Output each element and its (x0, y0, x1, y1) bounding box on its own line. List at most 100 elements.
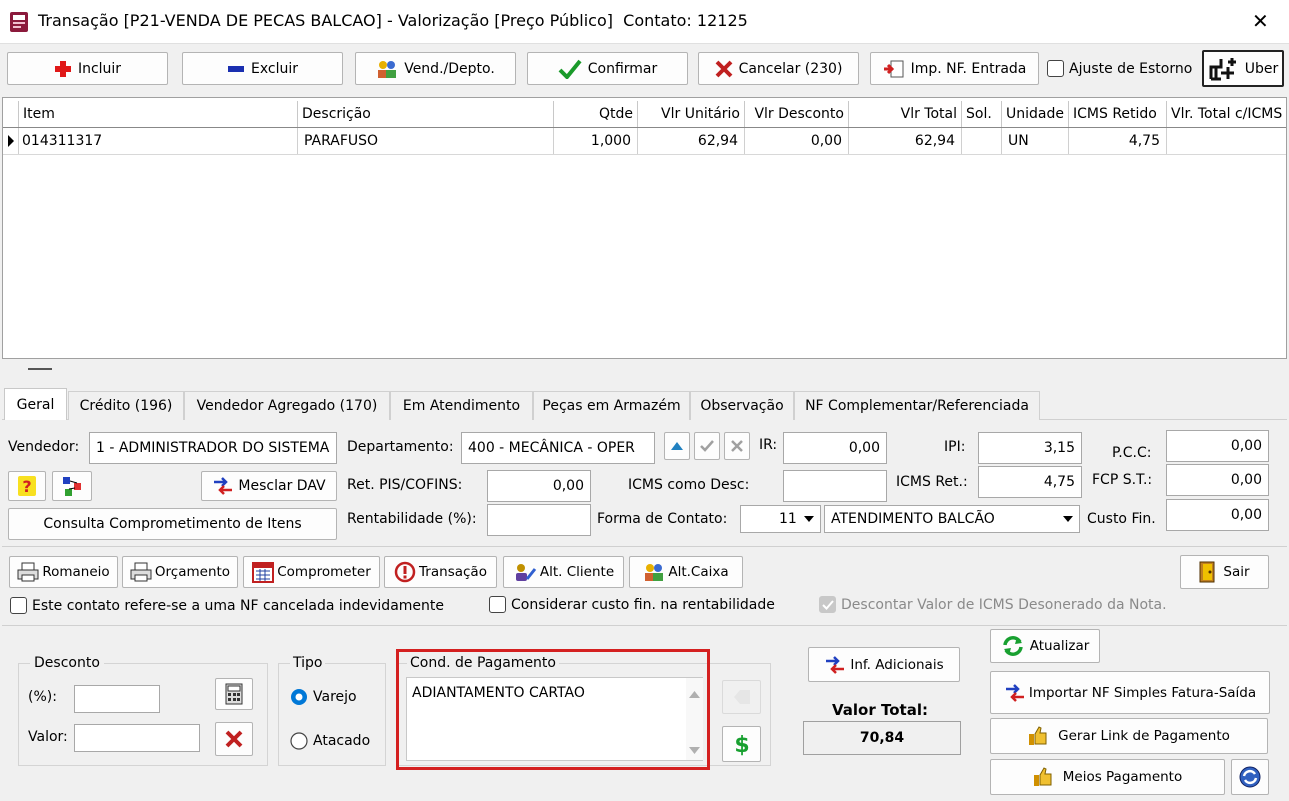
custo-fin-field[interactable]: 0,00 (1166, 499, 1269, 531)
tab-nf-complementar[interactable]: NF Complementar/Referenciada (794, 391, 1040, 420)
orcamento-label: Orçamento (154, 564, 231, 580)
romaneio-button[interactable]: Romaneio (9, 556, 118, 588)
calculator-button[interactable] (215, 678, 253, 710)
cell-vlr-desconto[interactable]: 0,00 (745, 128, 849, 154)
icms-desc-field[interactable] (783, 470, 887, 502)
help-button[interactable]: ? (8, 471, 46, 501)
cell-item[interactable]: 014311317 (19, 128, 298, 154)
col-qtde[interactable]: Qtde (554, 101, 638, 127)
desconto-valor-field[interactable] (74, 724, 200, 752)
check-icon (700, 440, 714, 452)
ajuste-estorno-box[interactable] (1047, 60, 1064, 77)
col-item[interactable]: Item (19, 101, 298, 127)
departamento-field[interactable]: 400 - MECÂNICA - OPER (461, 432, 655, 464)
cell-vlr-unitario[interactable]: 62,94 (638, 128, 745, 154)
tab-vendedor-agregado[interactable]: Vendedor Agregado (170) (184, 391, 390, 420)
comprometer-button[interactable]: Comprometer (243, 556, 380, 588)
meios-pagamento-button[interactable]: Meios Pagamento (990, 759, 1225, 795)
vendedor-field[interactable]: 1 - ADMINISTRADOR DO SISTEMA (89, 432, 337, 464)
tab-credito[interactable]: Crédito (196) (68, 391, 184, 420)
importar-nf-label: Importar NF Simples Fatura-Saída (1028, 684, 1257, 701)
col-descricao[interactable]: Descrição (298, 101, 554, 127)
nf-cancelada-checkbox[interactable]: Este contato refere-se a uma NF cancelad… (10, 597, 444, 614)
atualizar-button[interactable]: Atualizar (990, 629, 1100, 663)
inf-adicionais-button[interactable]: Inf. Adicionais (808, 647, 960, 682)
tipo-group (278, 663, 386, 766)
col-vlr-total-icms[interactable]: Vlr. Total c/ICMS (1167, 101, 1286, 127)
sync-button[interactable] (1231, 759, 1269, 795)
dept-up-button[interactable] (664, 432, 690, 460)
atacado-radio[interactable]: Atacado (290, 732, 370, 750)
tab-geral[interactable]: Geral (4, 388, 67, 420)
imp-nf-entrada-button[interactable]: Imp. NF. Entrada (870, 52, 1039, 85)
hierarchy-button[interactable] (52, 471, 92, 501)
consulta-comprometimento-button[interactable]: Consulta Comprometimento de Itens (8, 508, 337, 540)
custo-fin-box[interactable] (489, 596, 506, 613)
chevron-down-icon[interactable] (1063, 516, 1073, 522)
cell-qtde[interactable]: 1,000 (554, 128, 638, 154)
vend-depto-button[interactable]: Vend./Depto. (355, 52, 516, 85)
orcamento-button[interactable]: Orçamento (122, 556, 238, 588)
cancelar-button[interactable]: Cancelar (230) (698, 52, 859, 85)
row-pointer-icon (3, 128, 19, 154)
ir-field[interactable]: 0,00 (783, 432, 887, 464)
nf-cancelada-box[interactable] (10, 597, 27, 614)
custo-fin-checkbox[interactable]: Considerar custo fin. na rentabilidade (489, 596, 775, 613)
splitter-handle[interactable] (28, 368, 52, 370)
incluir-button[interactable]: Incluir (7, 52, 168, 85)
cell-vlr-total-icms[interactable] (1167, 128, 1286, 154)
mesclar-dav-button[interactable]: Mesclar DAV (201, 471, 337, 501)
clear-desconto-button[interactable] (215, 722, 253, 756)
desconto-pct-field[interactable] (74, 685, 160, 713)
col-icms-retido[interactable]: ICMS Retido (1069, 101, 1167, 127)
divider (2, 625, 1287, 626)
uber-button[interactable]: Uber (1202, 50, 1284, 87)
descontar-icms-box[interactable] (819, 596, 836, 613)
ret-pis-field[interactable]: 0,00 (487, 470, 591, 502)
confirmar-button[interactable]: Confirmar (527, 52, 688, 85)
cell-sol[interactable] (962, 128, 1002, 154)
cond-disabled-button[interactable] (722, 680, 761, 714)
cell-vlr-total[interactable]: 62,94 (849, 128, 962, 154)
scroll-up-icon[interactable] (689, 686, 700, 702)
textarea-scrollbar[interactable] (686, 678, 703, 760)
col-vlr-unitario[interactable]: Vlr Unitário (638, 101, 745, 127)
cell-icms-retido[interactable]: 4,75 (1069, 128, 1167, 154)
dollar-button[interactable]: $ (722, 726, 761, 762)
varejo-radio[interactable]: Varejo (290, 688, 357, 706)
alert-icon (394, 561, 416, 583)
alt-caixa-button[interactable]: Alt.Caixa (629, 556, 743, 588)
cell-descricao[interactable]: PARAFUSO (298, 128, 554, 154)
cond-pagamento-textarea[interactable]: ADIANTAMENTO CARTAO (406, 677, 703, 761)
excluir-button[interactable]: Excluir (182, 52, 343, 85)
alt-cliente-button[interactable]: Alt. Cliente (503, 556, 624, 588)
ipi-field[interactable]: 3,15 (978, 432, 1082, 464)
icms-ret-field[interactable]: 4,75 (978, 466, 1082, 498)
importar-nf-button[interactable]: Importar NF Simples Fatura-Saída (990, 671, 1270, 714)
ajuste-estorno-checkbox[interactable]: Ajuste de Estorno (1047, 60, 1192, 77)
col-vlr-desconto[interactable]: Vlr Desconto (745, 101, 849, 127)
cell-unidade[interactable]: UN (1002, 128, 1069, 154)
pcc-field[interactable]: 0,00 (1166, 430, 1269, 462)
fcp-field[interactable]: 0,00 (1166, 464, 1269, 496)
tab-em-atendimento[interactable]: Em Atendimento (390, 391, 533, 420)
col-sol[interactable]: Sol. (962, 101, 1002, 127)
dept-confirm-button[interactable] (694, 432, 720, 460)
forma-contato-select[interactable]: ATENDIMENTO BALCÃO (824, 505, 1080, 533)
col-vlr-total[interactable]: Vlr Total (849, 101, 962, 127)
tab-observacao[interactable]: Observação (690, 391, 794, 420)
forma-contato-code[interactable]: 11 (740, 505, 821, 533)
dept-clear-button[interactable] (724, 432, 750, 460)
tab-pecas-armazem[interactable]: Peças em Armazém (533, 391, 690, 420)
descontar-icms-checkbox[interactable]: Descontar Valor de ICMS Desonerado da No… (819, 596, 1167, 613)
radio-selected-icon[interactable] (290, 688, 308, 706)
transacao-button[interactable]: Transação (384, 556, 497, 588)
close-icon[interactable]: ✕ (1252, 9, 1269, 33)
scroll-down-icon[interactable] (689, 742, 700, 758)
gerar-link-button[interactable]: Gerar Link de Pagamento (990, 718, 1268, 754)
col-unidade[interactable]: Unidade (1002, 101, 1069, 127)
chevron-down-icon[interactable] (804, 516, 814, 522)
rentabilidade-field[interactable] (487, 504, 591, 536)
radio-empty-icon[interactable] (290, 732, 308, 750)
sair-button[interactable]: Sair (1180, 555, 1269, 589)
